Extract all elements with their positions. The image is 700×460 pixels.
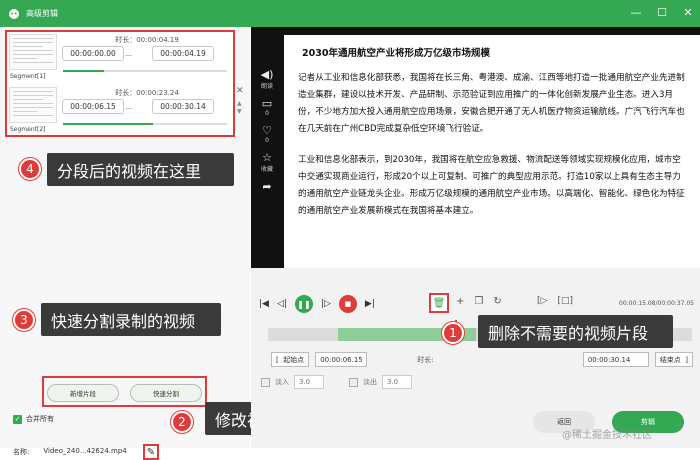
segment-end-input[interactable]: 00:00:04.19 — [152, 46, 214, 61]
copy-icon[interactable]: ❐ — [474, 296, 483, 307]
segment-duration: 时长：00:00:23.24 — [115, 89, 179, 97]
file-name: Video_240...42624.mp4 — [43, 447, 127, 455]
app-logo-icon — [9, 8, 19, 19]
fade-in-input[interactable]: 3.0 — [294, 375, 324, 389]
minimize-icon[interactable]: — — [630, 6, 642, 19]
sidebar-item[interactable]: ☆ 收藏 — [251, 151, 283, 173]
document-heading: 2030年通用航空产业将形成万亿级市场规模 — [302, 48, 490, 59]
sidebar-item[interactable]: ➦ — [251, 180, 283, 193]
merge-all-checkbox[interactable]: ✓ 合并所有 — [13, 414, 54, 424]
segment-close-icon[interactable]: ✕ — [236, 86, 244, 96]
position-row: [ 起始点 00:00:06.15 时长: 00:00:30.14 结束点 ] — [271, 351, 693, 368]
mark-in-icon[interactable]: [▷ — [537, 296, 547, 306]
fade-row: 淡入 3.0 淡出 3.0 — [261, 375, 412, 389]
callout-number: 1 — [442, 322, 464, 344]
sidebar-item[interactable]: ♡ 0 — [251, 124, 283, 144]
segment-panel: 时长：00:00:04.19 00:00:00.00 — 00:00:04.19… — [0, 27, 350, 460]
callout-number: 2 — [171, 411, 193, 433]
start-time-input[interactable]: 00:00:06.15 — [315, 352, 368, 367]
mark-tools: [▷ [□] — [537, 296, 573, 306]
step-back-icon[interactable]: ◁| — [277, 299, 287, 309]
edit-name-icon[interactable]: ✎ — [143, 444, 159, 460]
document-paragraph: 工业和信息化部表示，到2030年，我国将在航空应急救援、物流配送等领域实现规模化… — [298, 155, 685, 216]
speaker-icon: ◀) — [260, 68, 274, 81]
share-icon: ➦ — [262, 180, 272, 193]
thumbs-up-icon: ♡ — [262, 124, 272, 137]
segment-start-input[interactable]: 00:00:00.00 — [62, 46, 124, 61]
video-preview: 2030年通用航空产业将形成万亿级市场规模 记者从工业和信息化部获悉，我国将在长… — [251, 27, 700, 268]
stop-button[interactable]: ■ — [338, 295, 357, 313]
split-buttons-group: 新增片段 快速分割 — [42, 376, 207, 407]
watermark: @稀土掘金技术社区 — [562, 430, 652, 441]
name-row: 名称: Video_240...42624.mp4 — [13, 447, 127, 457]
callout-label: 快速分割录制的视频 — [41, 303, 221, 336]
check-icon: ✓ — [13, 414, 22, 424]
quick-split-button[interactable]: 快速分割 — [130, 384, 202, 402]
sidebar-item[interactable]: ▭ 0 — [251, 97, 283, 117]
segment-end-input[interactable]: 00:00:30.14 — [152, 99, 214, 114]
callout-label: 分段后的视频在这里 — [47, 153, 234, 186]
segment-start-input[interactable]: 00:00:06.15 — [62, 99, 124, 114]
comment-icon: ▭ — [261, 97, 273, 110]
pause-button[interactable]: ❚❚ — [294, 295, 313, 313]
maximize-icon[interactable]: ☐ — [656, 6, 668, 19]
reset-icon[interactable]: ↻ — [493, 296, 501, 307]
segment-progress — [63, 123, 227, 125]
segment-name: Segment[1] — [10, 73, 46, 80]
delete-segment-icon[interactable]: 🗑 — [429, 293, 449, 313]
playback-controls: |◀ ◁| ❚❚ |▷ ■ ▶| — [259, 295, 375, 313]
window-title: 高级剪辑 — [26, 9, 58, 18]
segment-list: 时长：00:00:04.19 00:00:00.00 — 00:00:04.19… — [5, 30, 235, 137]
segment-thumbnail — [9, 34, 57, 70]
sidebar-item[interactable]: ◀) 朗读 — [251, 68, 283, 90]
duration-label: 时长: — [417, 355, 434, 364]
close-icon[interactable]: ✕ — [682, 6, 694, 19]
segment-name: Segment[2] — [10, 126, 46, 133]
doc-sidebar: ◀) 朗读 ▭ 0 ♡ 0 ☆ 收藏 ➦ — [251, 68, 283, 200]
segment-progress — [63, 70, 227, 72]
mark-out-icon[interactable]: [□] — [557, 296, 573, 306]
step-forward-icon[interactable]: |▷ — [321, 299, 331, 309]
callout-number: 3 — [13, 309, 35, 331]
fade-out-input[interactable]: 3.0 — [382, 375, 412, 389]
skip-start-icon[interactable]: |◀ — [259, 299, 269, 309]
callout-label: 删除不需要的视频片段 — [478, 315, 673, 348]
title-bar: 高级剪辑 — ☐ ✕ — [0, 0, 700, 27]
callout-number: 4 — [19, 158, 41, 180]
editor-controls: |◀ ◁| ❚❚ |▷ ■ ▶| 🗑 + ❐ ↻ [▷ [□] 00:00:15… — [251, 268, 700, 448]
segment-tools: + ❐ ↻ — [456, 296, 502, 307]
end-time-input[interactable]: 00:00:30.14 — [582, 352, 649, 367]
new-segment-button[interactable]: 新增片段 — [47, 384, 119, 402]
segment-reorder-icon[interactable]: ▲ ▼ — [237, 100, 242, 116]
segment-thumbnail — [9, 87, 57, 123]
start-point-button[interactable]: [ 起始点 — [271, 352, 310, 367]
time-readout: 00:00:15.08/00:00:37.05 — [619, 300, 694, 307]
document-page: 2030年通用航空产业将形成万亿级市场规模 记者从工业和信息化部获悉，我国将在长… — [284, 35, 700, 268]
fade-out-checkbox[interactable] — [349, 377, 358, 387]
name-label: 名称: — [13, 448, 30, 456]
segment-duration: 时长：00:00:04.19 — [115, 36, 179, 44]
segment-item[interactable]: 时长：00:00:04.19 00:00:00.00 — 00:00:04.19… — [7, 32, 233, 83]
end-point-button[interactable]: 结束点 ] — [654, 352, 693, 367]
add-icon[interactable]: + — [456, 296, 464, 307]
document-paragraph: 记者从工业和信息化部获悉，我国将在长三角、粤港澳、成渝、江西等地打造一批通用航空… — [298, 73, 685, 134]
star-icon: ☆ — [262, 151, 272, 164]
fade-in-checkbox[interactable] — [261, 377, 270, 387]
segment-item[interactable]: 时长：00:00:23.24 00:00:06.15 — 00:00:30.14… — [7, 85, 233, 136]
skip-end-icon[interactable]: ▶| — [365, 299, 375, 309]
